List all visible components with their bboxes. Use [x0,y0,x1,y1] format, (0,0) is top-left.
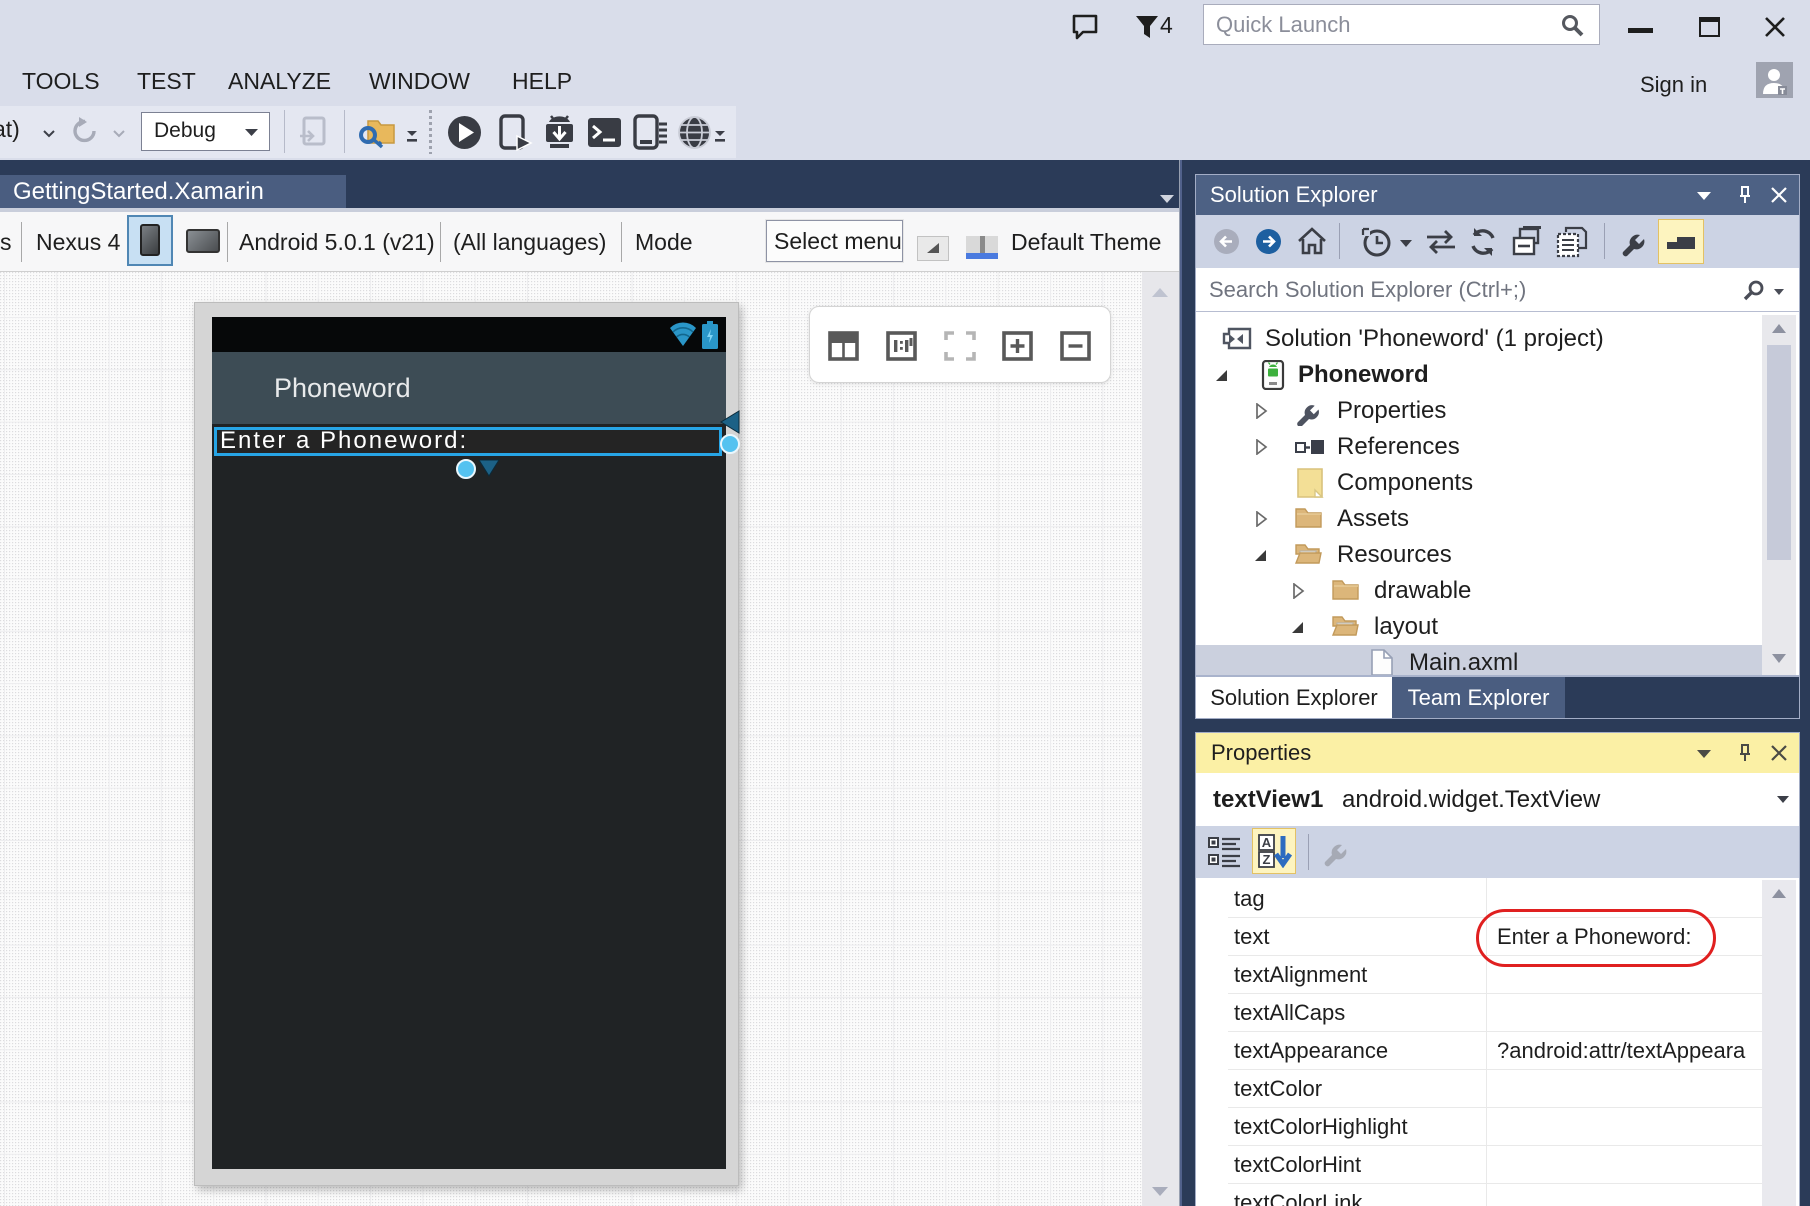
svg-text:Z: Z [1263,852,1271,867]
svg-text:A: A [1262,835,1272,850]
